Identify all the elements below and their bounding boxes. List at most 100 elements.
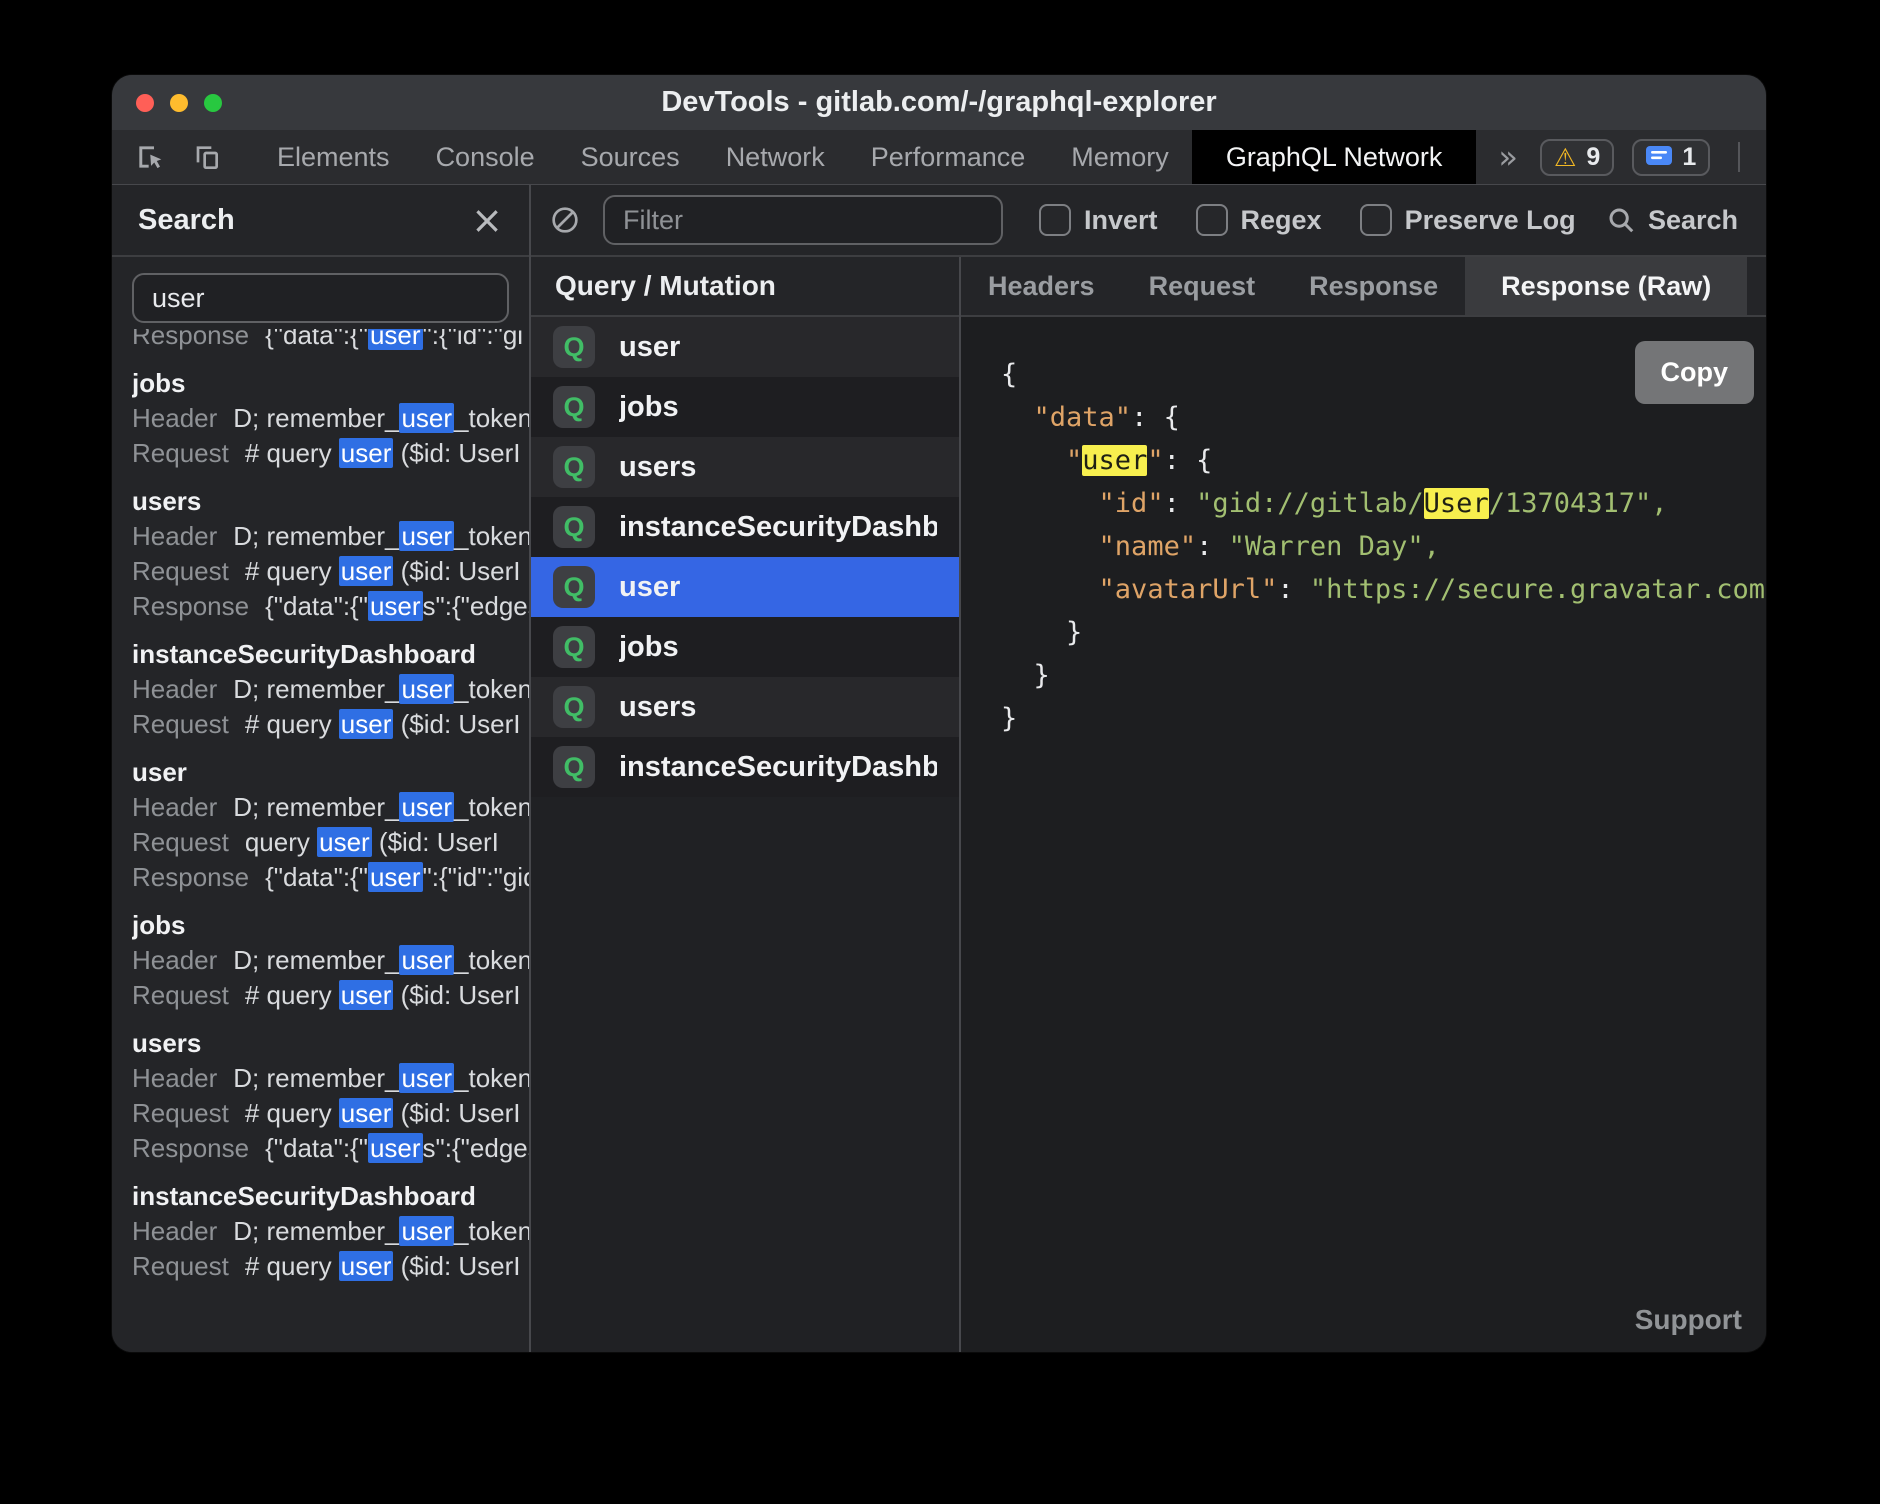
query-list-item[interactable]: QinstanceSecurityDashboard bbox=[531, 737, 959, 797]
filter-input[interactable] bbox=[603, 195, 1003, 245]
search-result-group-title[interactable]: instanceSecurityDashboard bbox=[132, 1179, 529, 1214]
clear-log-icon[interactable] bbox=[549, 204, 581, 236]
search-result-field-label: Request bbox=[132, 827, 229, 857]
tab-headers[interactable]: Headers bbox=[961, 257, 1122, 315]
search-result-row[interactable]: HeaderD; remember_user_token=e bbox=[132, 672, 529, 707]
issues-badge[interactable]: 1 bbox=[1632, 139, 1710, 176]
search-result-row[interactable]: Response{"data":{"user":{"id":"gid bbox=[132, 860, 529, 895]
checkbox-label: Invert bbox=[1084, 205, 1158, 236]
tab-request[interactable]: Request bbox=[1122, 257, 1283, 315]
search-result-group-title[interactable]: jobs bbox=[132, 908, 529, 943]
search-result-row[interactable]: Request# query user ($id: UserI bbox=[132, 1096, 529, 1131]
zoom-window-button[interactable] bbox=[204, 94, 222, 112]
details-panel: HeadersRequestResponseResponse (Raw) × {… bbox=[961, 257, 1766, 1352]
tab-elements[interactable]: Elements bbox=[254, 130, 413, 184]
search-result-field-label: Request bbox=[132, 1251, 229, 1281]
search-result-group-title[interactable]: jobs bbox=[132, 366, 529, 401]
tab-sources[interactable]: Sources bbox=[558, 130, 703, 184]
query-type-badge: Q bbox=[553, 386, 595, 428]
search-panel: Search × Response{"data":{"user":{"id":"… bbox=[112, 185, 531, 1352]
tab-performance[interactable]: Performance bbox=[848, 130, 1049, 184]
device-toolbar-icon[interactable] bbox=[188, 139, 224, 175]
titlebar: DevTools - gitlab.com/-/graphql-explorer bbox=[112, 75, 1766, 130]
checkbox-box[interactable] bbox=[1196, 204, 1228, 236]
search-result-row[interactable]: HeaderD; remember_user_token=e bbox=[132, 1214, 529, 1249]
search-result-group-title[interactable]: instanceSecurityDashboard bbox=[132, 637, 529, 672]
query-list-item[interactable]: Qusers bbox=[531, 677, 959, 737]
checkbox-preserve-log[interactable]: Preserve Log bbox=[1360, 204, 1576, 236]
more-tabs-icon[interactable]: » bbox=[1476, 130, 1540, 184]
search-result-field-label: Request bbox=[132, 556, 229, 586]
devtools-window: DevTools - gitlab.com/-/graphql-explorer… bbox=[112, 75, 1766, 1352]
search-result-row[interactable]: Response{"data":{"users":{"edges bbox=[132, 589, 529, 624]
query-list-item-selected[interactable]: Quser bbox=[531, 557, 959, 617]
tab-memory[interactable]: Memory bbox=[1048, 130, 1192, 184]
json-line: "name": "Warren Day", bbox=[1001, 525, 1766, 568]
search-result-row[interactable]: Request# query user ($id: UserI bbox=[132, 436, 529, 471]
checkbox-invert[interactable]: Invert bbox=[1039, 204, 1158, 236]
query-list-item[interactable]: Quser bbox=[531, 317, 959, 377]
search-result-row[interactable]: HeaderD; remember_user_token=e bbox=[132, 790, 529, 825]
tab-network[interactable]: Network bbox=[703, 130, 848, 184]
search-result-row[interactable]: Requestquery user ($id: UserI bbox=[132, 825, 529, 860]
filter-bar: Invert Regex Preserve Log Search bbox=[531, 185, 1766, 257]
copy-button[interactable]: Copy bbox=[1635, 341, 1755, 404]
warning-count: 9 bbox=[1586, 143, 1600, 172]
checkbox-label: Preserve Log bbox=[1405, 205, 1576, 236]
warnings-badge[interactable]: ⚠ 9 bbox=[1540, 139, 1614, 176]
search-result-field-label: Response bbox=[132, 862, 249, 892]
search-match-highlight: user bbox=[339, 438, 394, 468]
network-region: InvertRegexPreserve Log Search Query / M… bbox=[531, 185, 1766, 1352]
minimize-window-button[interactable] bbox=[170, 94, 188, 112]
query-name-label: user bbox=[619, 571, 680, 604]
support-link[interactable]: Support bbox=[1635, 1304, 1742, 1336]
json-line: "avatarUrl": "https://secure.gravatar.co… bbox=[1001, 568, 1766, 611]
query-list-item[interactable]: Qjobs bbox=[531, 377, 959, 437]
search-result-row[interactable]: Request# query user ($id: UserI bbox=[132, 707, 529, 742]
inspect-element-icon[interactable] bbox=[132, 139, 168, 175]
search-result-row[interactable]: Response{"data":{"user":{"id":"gi bbox=[132, 329, 529, 353]
search-result-row[interactable]: HeaderD; remember_user_token=e bbox=[132, 943, 529, 978]
search-result-row[interactable]: Request# query user ($id: UserI bbox=[132, 978, 529, 1013]
checkbox-box[interactable] bbox=[1360, 204, 1392, 236]
query-list-item[interactable]: QinstanceSecurityDashboard bbox=[531, 497, 959, 557]
close-icon[interactable]: × bbox=[471, 201, 503, 239]
tab-graphql-network[interactable]: GraphQL Network bbox=[1192, 130, 1477, 184]
search-icon bbox=[1606, 205, 1636, 235]
query-type-badge: Q bbox=[553, 626, 595, 668]
search-result-row[interactable]: HeaderD; remember_user_token=e bbox=[132, 519, 529, 554]
panel-search-label: Search bbox=[1648, 205, 1738, 236]
checkbox-box[interactable] bbox=[1039, 204, 1071, 236]
search-result-row[interactable]: Request# query user ($id: UserI bbox=[132, 554, 529, 589]
search-input[interactable] bbox=[132, 273, 509, 323]
search-match-highlight: user bbox=[368, 862, 423, 892]
query-list-item[interactable]: Qusers bbox=[531, 437, 959, 497]
json-line: } bbox=[1001, 697, 1766, 740]
query-list: QuserQjobsQusersQinstanceSecurityDashboa… bbox=[531, 317, 959, 1352]
tab-response[interactable]: Response bbox=[1282, 257, 1465, 315]
search-match-highlight: user bbox=[399, 403, 454, 433]
close-details-button[interactable]: × bbox=[1747, 257, 1766, 315]
close-window-button[interactable] bbox=[136, 94, 154, 112]
search-result-group-title[interactable]: users bbox=[132, 484, 529, 519]
panel-search-button[interactable]: Search bbox=[1606, 205, 1738, 236]
query-type-badge: Q bbox=[553, 686, 595, 728]
search-result-row[interactable]: Request# query user ($id: UserI bbox=[132, 1249, 529, 1284]
tab-console[interactable]: Console bbox=[413, 130, 558, 184]
search-result-field-label: Header bbox=[132, 1216, 217, 1246]
query-list-item[interactable]: Qjobs bbox=[531, 617, 959, 677]
json-line: "id": "gid://gitlab/User/13704317", bbox=[1001, 482, 1766, 525]
search-result-row[interactable]: HeaderD; remember_user_token=e bbox=[132, 1061, 529, 1096]
search-result-row[interactable]: Response{"data":{"users":{"edges bbox=[132, 1131, 529, 1166]
query-name-label: instanceSecurityDashboard bbox=[619, 511, 937, 544]
search-result-group-title[interactable]: user bbox=[132, 755, 529, 790]
search-result-group-title[interactable]: users bbox=[132, 1026, 529, 1061]
search-result-row[interactable]: HeaderD; remember_user_token=e bbox=[132, 401, 529, 436]
json-line: } bbox=[1001, 611, 1766, 654]
search-match-highlight: user bbox=[399, 674, 454, 704]
json-search-highlight: user bbox=[1082, 445, 1147, 476]
tab-response-raw[interactable]: Response (Raw) bbox=[1465, 257, 1747, 315]
checkbox-regex[interactable]: Regex bbox=[1196, 204, 1322, 236]
warning-icon: ⚠ bbox=[1554, 143, 1576, 172]
query-type-badge: Q bbox=[553, 566, 595, 608]
